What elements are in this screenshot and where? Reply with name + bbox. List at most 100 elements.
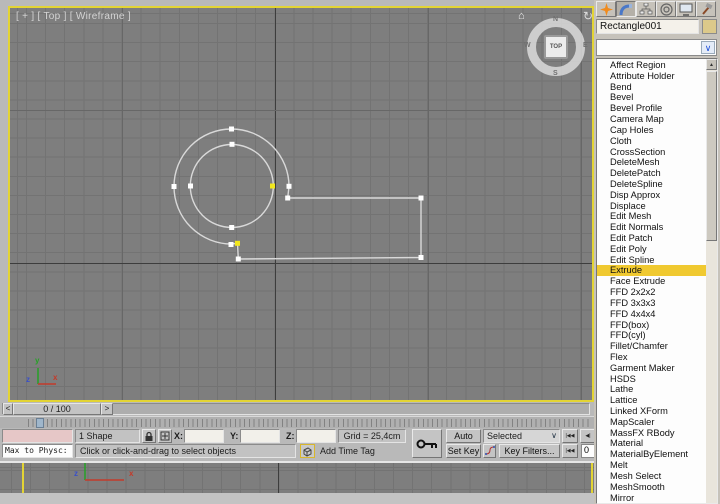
modifier-item[interactable]: Garment Maker <box>597 363 706 374</box>
lock-icon <box>145 431 153 441</box>
modifier-item[interactable]: Mirror <box>597 493 706 504</box>
tab-utilities[interactable] <box>696 1 716 17</box>
modifier-list-combobox[interactable]: ∨ <box>596 39 717 56</box>
add-time-tag-button[interactable]: Add Time Tag <box>320 444 375 458</box>
selection-set-dropdown[interactable]: Selected ∨ <box>483 429 560 443</box>
selection-lock-toggle[interactable] <box>142 429 156 443</box>
command-panel-tabs <box>596 1 718 17</box>
top-viewport[interactable]: [ + ] [ Top ] [ Wireframe ] y z x ⌂ ↻ TO… <box>8 6 594 402</box>
modifier-list-scrollbar[interactable]: ▲ <box>706 59 717 503</box>
viewcube-home-icon[interactable]: ⌂ <box>518 10 525 22</box>
modifier-item[interactable]: Camera Map <box>597 114 706 125</box>
scrollbar-thumb[interactable] <box>706 71 717 241</box>
axis-y-label: y <box>35 356 40 365</box>
modifier-item[interactable]: Material <box>597 438 706 449</box>
modifier-item[interactable]: Mesh Select <box>597 471 706 482</box>
object-name-field[interactable]: Rectangle001 <box>596 19 699 34</box>
modify-icon <box>619 3 632 15</box>
track-bar-frame-handle[interactable] <box>36 418 44 428</box>
modifier-item[interactable]: Lathe <box>597 384 706 395</box>
background-axis-tripod: z x <box>72 463 142 491</box>
selection-status: 1 Shape Selected <box>75 429 140 453</box>
modifier-item[interactable]: FFD 4x4x4 <box>597 309 706 320</box>
modifier-item[interactable]: Affect Region <box>597 60 706 71</box>
modifier-item[interactable]: Edit Normals <box>597 222 706 233</box>
go-to-start-button-2[interactable]: |◀◀ <box>562 444 578 458</box>
modifier-item[interactable]: Bevel <box>597 92 706 103</box>
modifier-item[interactable]: MaterialByElement <box>597 449 706 460</box>
viewcube[interactable]: ⌂ ↻ TOP N W E S <box>515 9 592 84</box>
modifier-item[interactable]: Linked XForm <box>597 406 706 417</box>
set-keys-button[interactable] <box>412 429 442 458</box>
chevron-down-icon[interactable]: ∨ <box>701 41 715 54</box>
viewcube-rotate-icon[interactable]: ↻ <box>583 9 592 23</box>
viewcube-south-label[interactable]: S <box>553 70 558 77</box>
tab-motion[interactable] <box>656 1 676 17</box>
viewcube-west-label[interactable]: W <box>524 42 531 49</box>
macro-recorder-field[interactable] <box>2 429 73 443</box>
modifier-item[interactable]: Attribute Holder <box>597 71 706 82</box>
maxscript-listener-field[interactable]: Max to Physc: <box>2 444 73 458</box>
modifier-item[interactable]: Flex <box>597 352 706 363</box>
modifier-item[interactable]: Bevel Profile <box>597 103 706 114</box>
y-coord-label: Y: <box>230 431 239 441</box>
modifier-item[interactable]: DeleteSpline <box>597 179 706 190</box>
go-to-start-button[interactable]: |◀◀ <box>562 429 578 443</box>
background-viewport-border <box>22 463 24 493</box>
modifier-item[interactable]: Disp Approx <box>597 190 706 201</box>
modifier-item[interactable]: Cloth <box>597 136 706 147</box>
next-frame-button[interactable]: > <box>101 403 113 415</box>
modifier-item[interactable]: FFD 3x3x3 <box>597 298 706 309</box>
scroll-up-icon[interactable]: ▲ <box>706 59 717 70</box>
modifier-item[interactable]: Lattice <box>597 395 706 406</box>
previous-frame-button[interactable]: < <box>3 403 13 415</box>
auto-key-button[interactable]: Auto Key <box>446 429 481 453</box>
modifier-item[interactable]: HSDS <box>597 374 706 385</box>
viewcube-top-face[interactable]: TOP <box>544 35 568 59</box>
y-coord-field[interactable] <box>240 429 280 443</box>
modifier-item[interactable]: Edit Patch <box>597 233 706 244</box>
selection-set-value: Selected <box>487 431 523 441</box>
viewcube-north-label[interactable]: N <box>553 16 558 23</box>
tab-hierarchy[interactable] <box>636 1 656 17</box>
modifier-item[interactable]: Cap Holes <box>597 125 706 136</box>
modifier-item[interactable]: Edit Poly <box>597 244 706 255</box>
transform-coords-icon <box>160 431 170 441</box>
tab-modify[interactable] <box>616 1 636 17</box>
modifier-item[interactable]: DeletePatch <box>597 168 706 179</box>
modifier-item[interactable]: MassFX RBody <box>597 428 706 439</box>
key-icon <box>416 439 437 449</box>
modifier-item[interactable]: Face Extrude <box>597 276 706 287</box>
modifier-item[interactable]: Displace <box>597 201 706 212</box>
world-axis-tripod: y z x <box>24 356 64 398</box>
tab-create[interactable] <box>596 1 616 17</box>
track-bar[interactable] <box>0 416 594 428</box>
modifier-item[interactable]: Extrude <box>597 265 706 277</box>
modifier-item[interactable]: Edit Mesh <box>597 211 706 222</box>
viewport-label[interactable]: [ + ] [ Top ] [ Wireframe ] <box>16 11 131 22</box>
modifier-item[interactable]: MeshSmooth <box>597 482 706 493</box>
modifier-item[interactable]: CrossSection <box>597 147 706 158</box>
viewcube-east-label[interactable]: E <box>583 42 588 49</box>
modifier-item[interactable]: Bend <box>597 82 706 93</box>
time-slider-handle[interactable]: 0 / 100 <box>13 403 101 415</box>
absolute-offset-toggle[interactable] <box>158 429 172 443</box>
key-filters-button[interactable]: Key Filters... <box>499 444 560 458</box>
z-coord-field[interactable] <box>296 429 336 443</box>
adaptive-degradation-toggle[interactable] <box>300 444 315 458</box>
hierarchy-icon <box>639 2 653 14</box>
modifier-item[interactable]: FFD(cyl) <box>597 330 706 341</box>
set-key-button[interactable]: Set Key <box>446 444 481 458</box>
modifier-item[interactable]: FFD 2x2x2 <box>597 287 706 298</box>
modifier-item[interactable]: DeleteMesh <box>597 157 706 168</box>
default-in-out-tangents-button[interactable] <box>483 444 496 458</box>
object-color-swatch[interactable] <box>702 19 717 34</box>
modifier-item[interactable]: FFD(box) <box>597 320 706 331</box>
rectangle001-spline-shape[interactable] <box>10 8 592 400</box>
tab-display[interactable] <box>676 1 696 17</box>
x-coord-field[interactable] <box>184 429 224 443</box>
modifier-item[interactable]: Edit Spline <box>597 255 706 266</box>
modifier-item[interactable]: Fillet/Chamfer <box>597 341 706 352</box>
modifier-item[interactable]: MapScaler <box>597 417 706 428</box>
modifier-item[interactable]: Melt <box>597 460 706 471</box>
